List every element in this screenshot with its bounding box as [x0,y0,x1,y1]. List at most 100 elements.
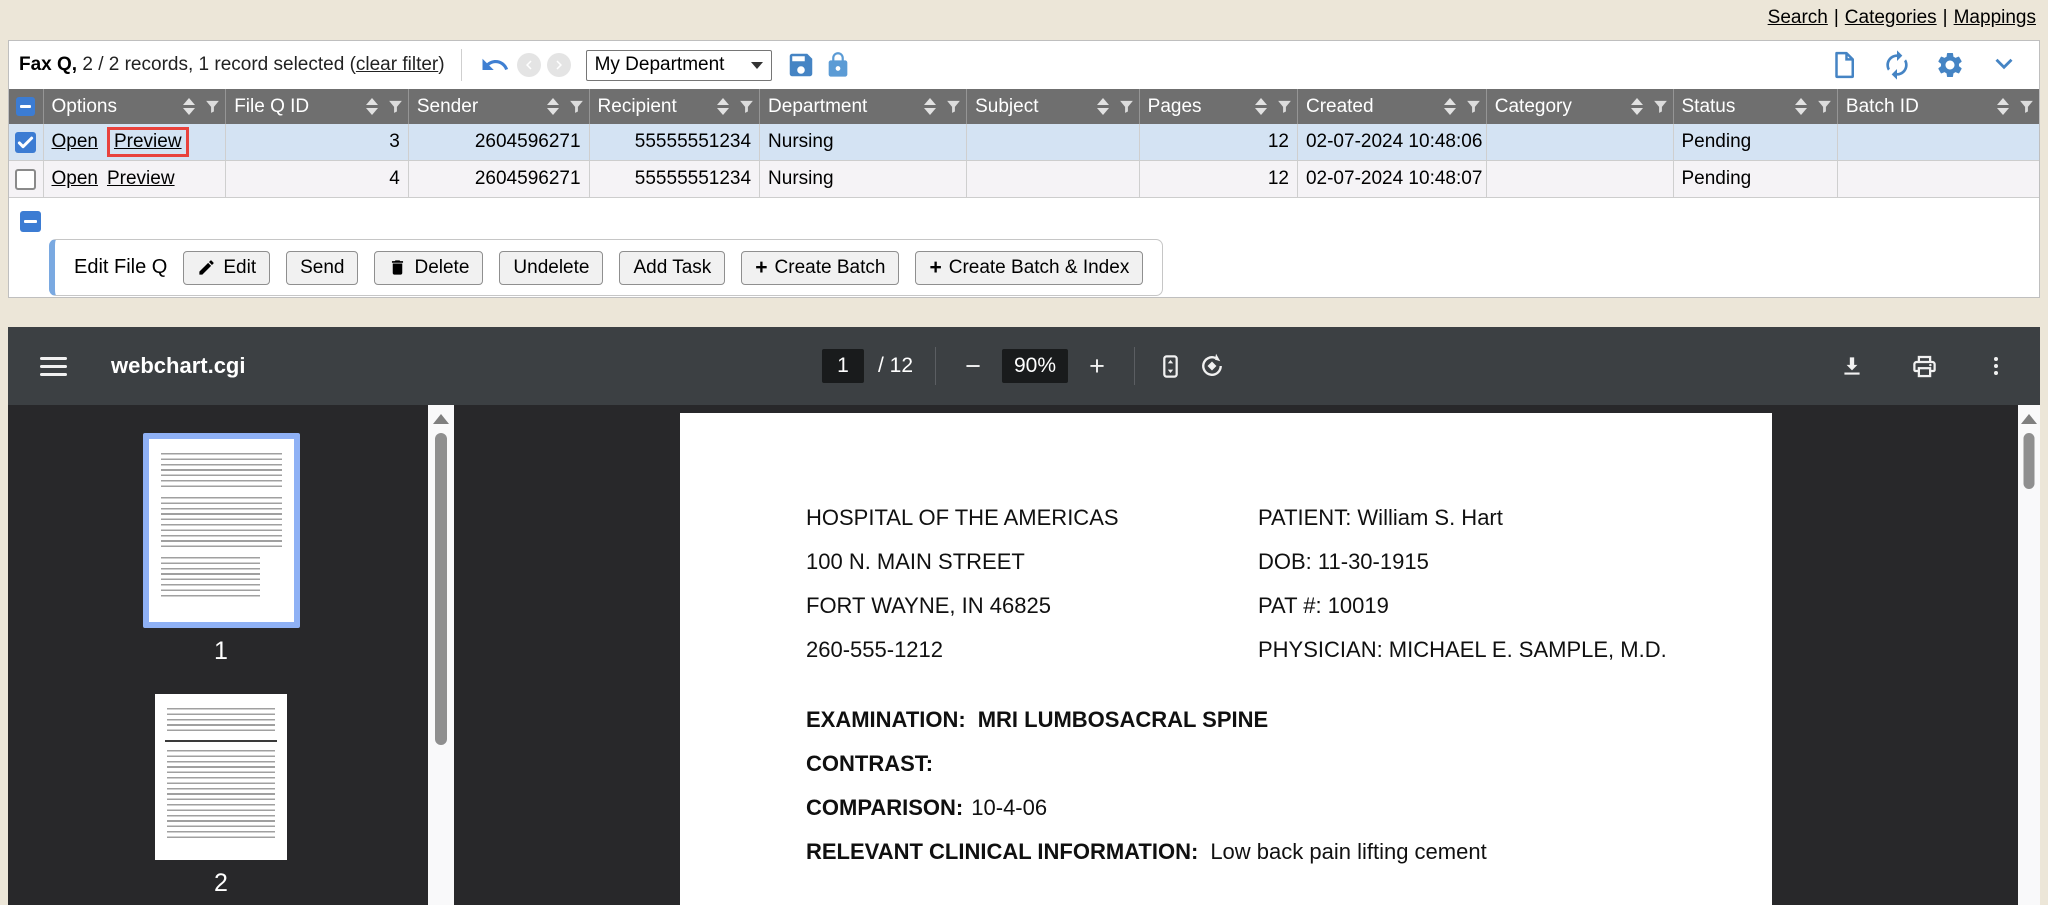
header-cell-sender: Sender [409,89,590,124]
sort-icon[interactable] [1255,98,1267,115]
toolbar-right-icons [1825,41,2025,89]
sort-icon[interactable] [1097,98,1109,115]
column-label: Subject [975,96,1097,118]
header-cell-options: Options [44,89,227,124]
scroll-up-arrow[interactable] [433,414,449,424]
row-checkbox-checked[interactable] [15,132,36,153]
thumbnail-text-lines [167,750,275,838]
edit-button[interactable]: Edit [183,251,270,285]
filter-icon[interactable] [1276,98,1293,115]
sort-icon[interactable] [1795,98,1807,115]
download-icon[interactable] [1839,353,1865,379]
gear-icon[interactable] [1935,50,1965,80]
thumbnail-page-1[interactable] [143,433,300,628]
department-select[interactable]: My Department [586,50,772,81]
cell-created: 02-07-2024 10:48:07 [1298,161,1487,197]
pdf-viewer: webchart.cgi / 12 − 90% + [8,327,2040,905]
sort-icon[interactable] [1631,98,1643,115]
column-label: Batch ID [1846,96,1997,118]
select-all-footer-checkbox[interactable] [20,211,41,232]
filter-icon[interactable] [738,98,755,115]
nav-back-icon[interactable] [517,53,541,77]
document-scrollbar[interactable] [2018,405,2040,905]
fit-to-page-icon[interactable] [1157,353,1184,380]
filter-icon[interactable] [1816,98,1833,115]
edit-file-q-panel: Edit File Q Edit Send Delete Undelete Ad… [49,239,1163,296]
sort-icon[interactable] [547,98,559,115]
filter-icon[interactable] [2018,98,2035,115]
search-link[interactable]: Search [1768,7,1828,28]
sort-icon[interactable] [183,98,195,115]
column-label: Created [1306,96,1444,118]
fax-q-panel: Fax Q, 2 / 2 records, 1 record selected … [8,40,2040,298]
preview-link[interactable]: Preview [114,131,182,153]
cell-batch-id [1838,161,2039,197]
filter-icon[interactable] [204,98,221,115]
sort-icon[interactable] [366,98,378,115]
more-options-icon[interactable] [1984,354,2008,378]
edit-file-q-label: Edit File Q [74,256,167,279]
nav-forward-icon[interactable] [547,53,571,77]
thumbnail-text-lines [161,453,282,489]
scroll-up-arrow[interactable] [2021,414,2037,424]
page-number-input[interactable] [822,349,864,383]
rotate-icon[interactable] [1198,352,1226,380]
filter-icon[interactable] [1465,98,1482,115]
header-cell-subject: Subject [967,89,1140,124]
open-link[interactable]: Open [52,131,98,153]
undo-icon[interactable] [480,50,510,80]
open-link[interactable]: Open [52,168,98,190]
mappings-link[interactable]: Mappings [1954,7,2036,28]
nav-separator: | [1943,7,1948,28]
save-icon[interactable] [786,50,816,80]
filter-icon[interactable] [1118,98,1135,115]
preview-link[interactable]: Preview [107,168,175,190]
thumbnail-text-lines [161,497,282,549]
zoom-in-icon[interactable]: + [1082,351,1112,382]
clear-filter-link[interactable]: clear filter [356,54,438,75]
sort-icon[interactable] [924,98,936,115]
create-batch-index-button[interactable]: + Create Batch & Index [915,251,1143,285]
filter-icon[interactable] [568,98,585,115]
row-checkbox-unchecked[interactable] [15,169,36,190]
toolbar-divider [461,49,462,81]
document-area: HOSPITAL OF THE AMERICAS PATIENT: Willia… [454,405,2040,905]
filter-icon[interactable] [1652,98,1669,115]
trash-icon [388,258,407,277]
column-label: Status [1682,96,1795,118]
preview-highlight-box: Preview [107,127,189,157]
cell-select [9,161,44,197]
sort-icon[interactable] [717,98,729,115]
zoom-out-icon[interactable]: − [958,351,988,382]
create-batch-button[interactable]: + Create Batch [741,251,899,285]
send-button[interactable]: Send [286,251,358,285]
sidebar-scrollbar[interactable] [428,405,454,905]
collapse-chevron-icon[interactable] [1987,48,2021,82]
record-summary: 2 / 2 records, 1 record selected [82,54,344,75]
thumbnail-page-2[interactable] [155,694,287,860]
menu-icon[interactable] [40,357,67,376]
lock-icon[interactable] [824,51,852,79]
scrollbar-thumb[interactable] [435,433,447,745]
toolbar-separator [935,347,936,385]
select-all-checkbox[interactable] [16,97,35,116]
scrollbar-thumb[interactable] [2024,433,2035,489]
header-cell-pages: Pages [1140,89,1298,124]
cell-status: Pending [1674,124,1838,160]
column-label: Recipient [598,96,718,118]
screen: Search|Categories|Mappings Fax Q, 2 / 2 … [0,0,2048,905]
delete-button[interactable]: Delete [374,251,483,285]
undelete-button[interactable]: Undelete [499,251,603,285]
new-document-icon[interactable] [1829,50,1859,80]
filter-icon[interactable] [945,98,962,115]
refresh-icon[interactable] [1881,49,1913,81]
sort-icon[interactable] [1997,98,2009,115]
add-task-button[interactable]: Add Task [619,251,725,285]
patient-line: PATIENT: William S. Hart [1258,505,1503,531]
print-icon[interactable] [1911,353,1938,380]
cell-recipient: 55555551234 [590,124,761,160]
pdf-content: 1 2 HOSPITA [8,405,2040,905]
categories-link[interactable]: Categories [1845,7,1937,28]
sort-icon[interactable] [1444,98,1456,115]
filter-icon[interactable] [387,98,404,115]
